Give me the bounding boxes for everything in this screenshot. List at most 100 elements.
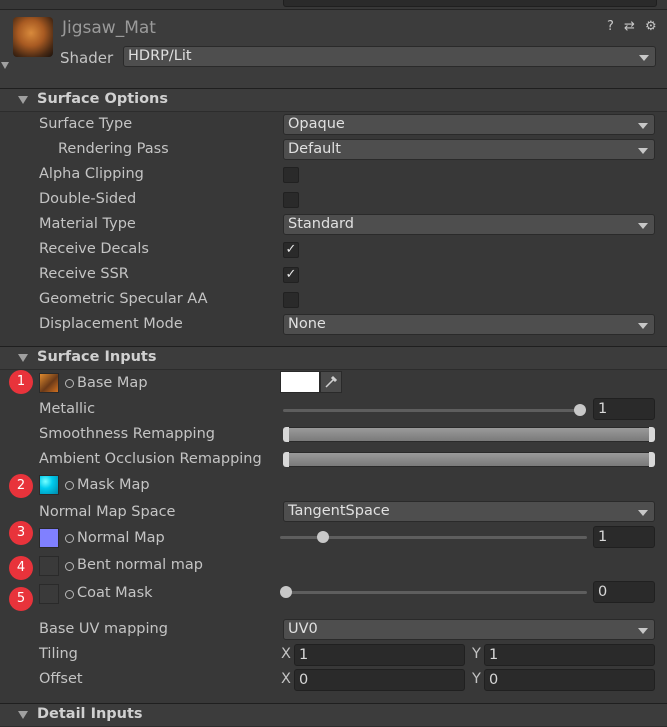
offset-y-label: Y	[472, 671, 481, 687]
smoothness-remapping-minmax-slider[interactable]	[283, 427, 655, 442]
annotation-badge-5: 5	[9, 587, 33, 611]
rendering-pass-dropdown[interactable]: Default	[283, 139, 655, 160]
ao-remapping-label: Ambient Occlusion Remapping	[39, 451, 262, 467]
geometric-specular-aa-label: Geometric Specular AA	[39, 291, 208, 307]
foldout-open-icon	[18, 711, 28, 719]
coat-mask-slider-track[interactable]	[283, 591, 587, 594]
ao-remapping-minmax-slider[interactable]	[283, 452, 655, 467]
tiling-label: Tiling	[39, 646, 78, 662]
foldout-open-icon	[18, 96, 28, 104]
chevron-down-icon	[638, 123, 648, 129]
texture-picker-icon[interactable]	[65, 379, 74, 388]
section-title: Surface Options	[37, 91, 169, 107]
metallic-value-field[interactable]: 1	[593, 398, 655, 420]
normal-map-label: Normal Map	[77, 530, 165, 546]
normal-map-space-value: TangentSpace	[288, 503, 390, 519]
max-handle[interactable]	[649, 427, 655, 442]
material-type-label: Material Type	[39, 216, 136, 232]
section-detail-inputs[interactable]: Detail Inputs	[0, 703, 667, 727]
tiling-y-label: Y	[472, 646, 481, 662]
coat-mask-slider-handle[interactable]	[280, 586, 292, 598]
annotation-badge-1: 1	[9, 370, 33, 394]
base-color-swatch[interactable]	[280, 371, 320, 393]
min-handle[interactable]	[283, 452, 289, 467]
chevron-down-icon	[638, 323, 648, 329]
geometric-specular-aa-checkbox[interactable]	[283, 292, 299, 308]
metallic-slider-handle[interactable]	[574, 404, 586, 416]
previous-component-edge	[0, 0, 667, 10]
surface-type-dropdown[interactable]: Opaque	[283, 114, 655, 135]
receive-decals-label: Receive Decals	[39, 241, 149, 257]
tiling-x-field[interactable]: 1	[294, 644, 465, 666]
alpha-clipping-label: Alpha Clipping	[39, 166, 144, 182]
section-surface-options[interactable]: Surface Options	[0, 88, 667, 112]
displacement-mode-dropdown[interactable]: None	[283, 314, 655, 335]
base-map-label: Base Map	[77, 375, 148, 391]
texture-picker-icon[interactable]	[65, 481, 74, 490]
coat-mask-label: Coat Mask	[77, 585, 153, 601]
offset-label: Offset	[39, 671, 83, 687]
min-handle[interactable]	[283, 427, 289, 442]
previous-field-edge	[283, 0, 657, 7]
chevron-down-icon	[639, 55, 649, 61]
annotation-badge-2: 2	[9, 474, 33, 498]
chevron-down-icon	[638, 148, 648, 154]
coat-mask-value-field[interactable]: 0	[593, 581, 655, 603]
material-type-dropdown[interactable]: Standard	[283, 214, 655, 235]
mask-map-label: Mask Map	[77, 477, 150, 493]
max-handle[interactable]	[649, 452, 655, 467]
bent-normal-map-texture-slot[interactable]	[39, 556, 59, 576]
bent-normal-map-label: Bent normal map	[77, 557, 203, 573]
chevron-down-icon	[638, 223, 648, 229]
normal-scale-value-field[interactable]: 1	[593, 526, 655, 548]
alpha-clipping-checkbox[interactable]	[283, 167, 299, 183]
section-surface-inputs[interactable]: Surface Inputs	[0, 346, 667, 370]
material-name: Jigsaw_Mat	[62, 18, 156, 38]
rendering-pass-value: Default	[288, 141, 341, 157]
texture-picker-icon[interactable]	[65, 562, 74, 571]
offset-y-field[interactable]: 0	[484, 669, 655, 691]
displacement-mode-value: None	[288, 316, 326, 332]
coat-mask-texture-slot[interactable]	[39, 584, 59, 604]
eyedropper-icon	[325, 375, 338, 388]
texture-picker-icon[interactable]	[65, 534, 74, 543]
material-type-value: Standard	[288, 216, 354, 232]
foldout-open-icon	[18, 354, 28, 362]
chevron-down-icon	[638, 510, 648, 516]
shader-dropdown[interactable]: HDRP/Lit	[123, 46, 656, 67]
mask-map-texture-slot[interactable]	[39, 475, 59, 495]
annotation-badge-3: 3	[9, 521, 33, 545]
base-uv-mapping-dropdown[interactable]: UV0	[283, 619, 655, 640]
material-preview-thumbnail[interactable]	[13, 17, 53, 57]
shader-value: HDRP/Lit	[128, 48, 192, 64]
offset-x-field[interactable]: 0	[294, 669, 465, 691]
double-sided-checkbox[interactable]	[283, 192, 299, 208]
header-foldout-icon[interactable]	[1, 62, 9, 69]
annotation-badge-4: 4	[9, 556, 33, 580]
rendering-pass-label: Rendering Pass	[58, 141, 169, 157]
base-map-texture-slot[interactable]	[39, 373, 59, 393]
eyedropper-button[interactable]	[320, 371, 342, 393]
chevron-down-icon	[638, 628, 648, 634]
double-sided-label: Double-Sided	[39, 191, 137, 207]
smoothness-remapping-label: Smoothness Remapping	[39, 426, 215, 442]
normal-scale-slider-handle[interactable]	[317, 531, 329, 543]
receive-decals-checkbox[interactable]: ✓	[283, 242, 299, 258]
header-icons[interactable]: ? ⇄ ⚙	[607, 19, 660, 34]
normal-map-space-label: Normal Map Space	[39, 504, 176, 520]
base-uv-mapping-label: Base UV mapping	[39, 621, 168, 637]
tiling-x-label: X	[281, 646, 291, 662]
displacement-mode-label: Displacement Mode	[39, 316, 183, 332]
normal-map-texture-slot[interactable]	[39, 528, 59, 548]
metallic-slider-track[interactable]	[283, 409, 580, 412]
offset-x-label: X	[281, 671, 291, 687]
surface-type-value: Opaque	[288, 116, 345, 132]
tiling-y-field[interactable]: 1	[484, 644, 655, 666]
receive-ssr-checkbox[interactable]: ✓	[283, 267, 299, 283]
texture-picker-icon[interactable]	[65, 590, 74, 599]
section-title: Surface Inputs	[37, 349, 157, 365]
base-uv-mapping-value: UV0	[288, 621, 318, 637]
section-title: Detail Inputs	[37, 706, 143, 722]
normal-map-space-dropdown[interactable]: TangentSpace	[283, 501, 655, 522]
metallic-label: Metallic	[39, 401, 96, 417]
